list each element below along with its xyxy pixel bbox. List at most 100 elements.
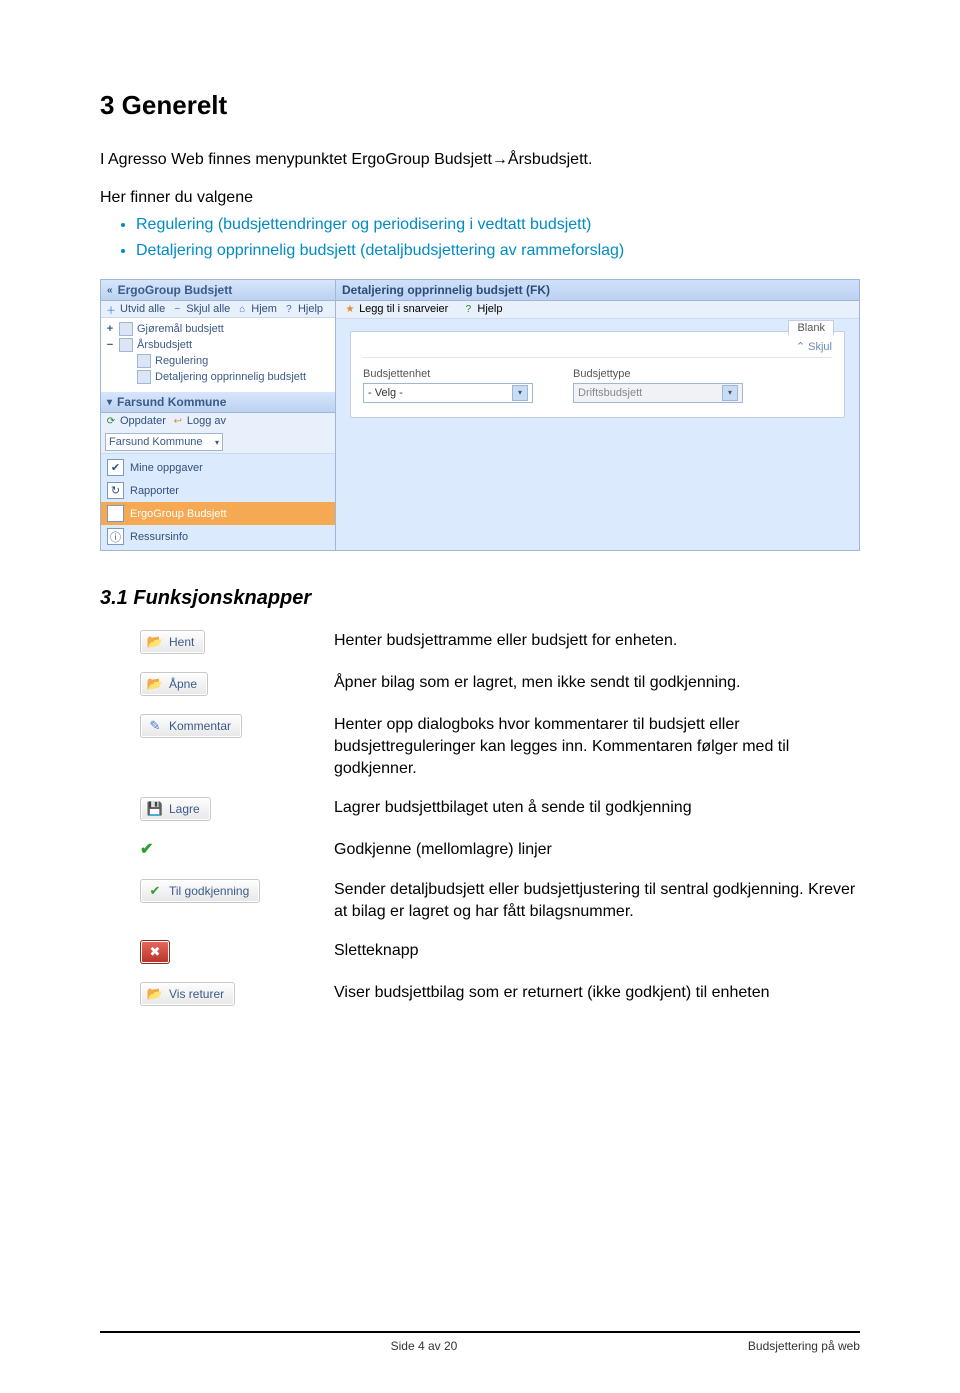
toolbar-icon: ⌂ [236, 303, 248, 315]
add-shortcut-label: Legg til i snarveier [359, 303, 448, 315]
content-pane: Blank ⌃ Skjul Budsjettenhet - Velg - ▾ [336, 319, 859, 551]
tree-node[interactable]: Detaljering opprinnelig budsjett [103, 369, 333, 385]
button-label: Kommentar [169, 719, 231, 733]
button-icon: ✎ [147, 718, 163, 734]
button-description: Viser budsjettbilag som er returnert (ik… [334, 982, 860, 1004]
sidebar-icon: ▣ [107, 505, 124, 522]
logoff-label: Logg av [187, 415, 226, 427]
toolbar-label: Hjem [251, 303, 277, 315]
toolbar-button-chip[interactable]: ✎ Kommentar [140, 714, 310, 738]
whitecard: Blank ⌃ Skjul Budsjettenhet - Velg - ▾ [350, 331, 845, 418]
toolbar-label: Utvid alle [120, 303, 165, 315]
toolbar-button[interactable]: ＋Utvid alle [105, 303, 165, 315]
toolbar-button-chip[interactable]: 📂 Åpne [140, 672, 310, 696]
sidebar-item[interactable]: ⓘ Ressursinfo [101, 525, 335, 548]
button-description: Henter budsjettramme eller budsjett for … [334, 630, 860, 652]
refresh-icon: ⟳ [105, 415, 117, 427]
bullet-item: Regulering (budsjettendringer og periodi… [136, 214, 860, 236]
toolbar-button-chip[interactable]: ✔Til godkjenning [140, 879, 310, 903]
collapse-link[interactable]: ⌃ Skjul [363, 340, 832, 358]
toolbar-button-chip[interactable]: 📂 Vis returer [140, 982, 310, 1006]
sidebar-item[interactable]: ▣ErgoGroup Budsjett [101, 502, 335, 525]
main-area: Detaljering opprinnelig budsjett (FK) ★ … [336, 280, 859, 550]
section-heading: 3 Generelt [100, 90, 860, 121]
budsjettype-select[interactable]: Driftsbudsjett ▾ [573, 383, 743, 403]
button-label: Til godkjenning [169, 884, 249, 898]
tree-label: Regulering [155, 355, 208, 367]
button-icon: 📂 [147, 676, 163, 692]
toolbar-button[interactable]: ?Hjelp [283, 303, 323, 315]
collapse-label: Skjul [808, 341, 832, 353]
refresh-button[interactable]: ⟳ Oppdater [105, 415, 166, 427]
toolbar-button[interactable]: ⌂Hjem [236, 303, 277, 315]
tree-node[interactable]: − Årsbudsjett [103, 337, 333, 353]
sidebar-icon: ✔ [107, 459, 124, 476]
tree-node[interactable]: + Gjøremål budsjett [103, 321, 333, 337]
toolbar-button[interactable]: −Skjul alle [171, 303, 230, 315]
sidebar-item[interactable]: ↻ Rapporter [101, 479, 335, 502]
button-description: Godkjenne (mellomlagre) linjer [334, 839, 860, 861]
toolbar-icon: ＋ [105, 303, 117, 315]
subsection-heading: 3.1 Funksjonsknapper [100, 587, 860, 610]
field-label: Budsjettenhet [363, 368, 533, 380]
blank-tab[interactable]: Blank [788, 320, 834, 335]
main-title: Detaljering opprinnelig budsjett (FK) [342, 283, 550, 297]
toolbar-label: Skjul alle [186, 303, 230, 315]
approve-tick-icon[interactable]: ✔ [140, 839, 310, 861]
plus-icon[interactable]: + [105, 323, 115, 335]
footer-center: Side 4 av 20 [391, 1339, 458, 1353]
button-icon: 📂 [147, 986, 163, 1002]
sidebar-item[interactable]: ✔ Mine oppgaver [101, 456, 335, 479]
close-icon: ✖ [147, 944, 163, 960]
company-select[interactable]: Farsund Kommune ▾ [105, 433, 223, 451]
sidebar-label: Rapporter [130, 485, 179, 497]
button-description: Sletteknapp [334, 940, 860, 962]
intro-sentence: I Agresso Web finnes menypunktet ErgoGro… [100, 149, 860, 171]
button-description: Henter opp dialogboks hvor kommentarer t… [334, 714, 860, 779]
sidebar-icon: ⓘ [107, 528, 124, 545]
toolbar-button-chip[interactable]: 💾 Lagre [140, 797, 310, 821]
button-label: Lagre [169, 802, 200, 816]
select-value: - Velg - [368, 387, 403, 399]
chevron-down-icon[interactable]: ▾ [512, 385, 528, 401]
chevron-down-icon: ▾ [215, 438, 219, 447]
logoff-icon: ↩ [172, 415, 184, 427]
select-value: Driftsbudsjett [578, 387, 642, 399]
toolbar-label: Hjelp [298, 303, 323, 315]
tree-label: Detaljering opprinnelig budsjett [155, 371, 306, 383]
logoff-button[interactable]: ↩ Logg av [172, 415, 226, 427]
chevron-up-icon: ⌃ [796, 341, 805, 353]
toolbar-2: ⟳ Oppdater ↩ Logg av Farsund Kommune ▾ [101, 413, 335, 454]
button-label: Hent [169, 635, 194, 649]
panel-header-2[interactable]: ▾ Farsund Kommune [101, 392, 335, 413]
help-button[interactable]: ? Hjelp [462, 303, 502, 316]
help-icon: ? [462, 304, 474, 316]
button-label: Åpne [169, 677, 197, 691]
minus-icon[interactable]: − [105, 339, 115, 351]
tree-node[interactable]: Regulering [103, 353, 333, 369]
budsjettenhet-select[interactable]: - Velg - ▾ [363, 383, 533, 403]
field-label: Budsjettype [573, 368, 743, 380]
sidebar-label: Ressursinfo [130, 531, 188, 543]
add-shortcut-button[interactable]: ★ Legg til i snarveier [344, 303, 448, 316]
chevron-left-icon: « [107, 285, 113, 296]
panel-title-1: ErgoGroup Budsjett [118, 283, 233, 297]
doc-icon [119, 322, 133, 336]
sidebar-label: Mine oppgaver [130, 462, 203, 474]
button-label: Vis returer [169, 987, 224, 1001]
chevron-down-icon[interactable]: ▾ [722, 385, 738, 401]
doc-icon [119, 338, 133, 352]
panel-header-1[interactable]: « ErgoGroup Budsjett [101, 280, 335, 301]
function-button-table: 📂 Hent Henter budsjettramme eller budsjett… [140, 630, 860, 1006]
footer-right: Budsjettering på web [748, 1339, 860, 1353]
tree-label: Gjøremål budsjett [137, 323, 224, 335]
bullet-item: Detaljering opprinnelig budsjett (detalj… [136, 240, 860, 262]
delete-button-chip[interactable]: ✖ [140, 940, 310, 964]
toolbar-1: ＋Utvid alle −Skjul alle ⌂Hjem ?Hjelp [101, 301, 335, 318]
toolbar-button-chip[interactable]: 📂 Hent [140, 630, 310, 654]
button-icon: 📂 [147, 634, 163, 650]
button-description: Sender detaljbudsjett eller budsjettjust… [334, 879, 860, 922]
sidebar-icon: ↻ [107, 482, 124, 499]
bullet-lead: Her finner du valgene [100, 187, 860, 209]
button-icon: 💾 [147, 801, 163, 817]
